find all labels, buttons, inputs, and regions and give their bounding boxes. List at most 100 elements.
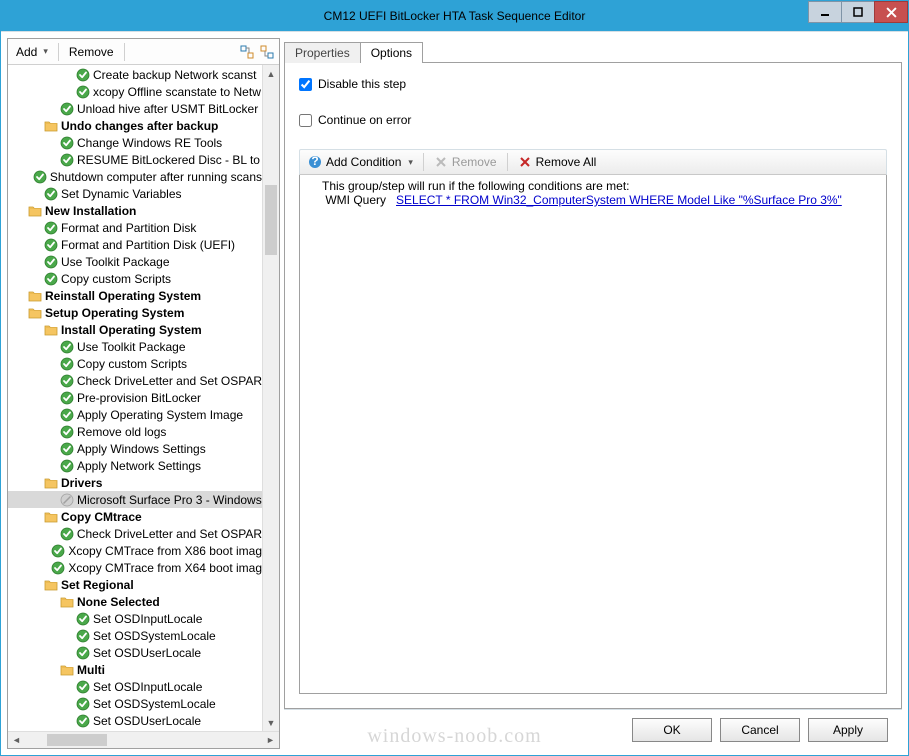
disable-step-row[interactable]: Disable this step: [299, 77, 887, 91]
separator: [58, 43, 59, 61]
cancel-button[interactable]: Cancel: [720, 718, 800, 742]
tree-node[interactable]: New Installation: [8, 202, 262, 219]
separator: [124, 43, 125, 61]
tree-node[interactable]: Drivers: [8, 474, 262, 491]
tree-node[interactable]: Check DriveLetter and Set OSPAR: [8, 372, 262, 389]
continue-on-error-row[interactable]: Continue on error: [299, 113, 887, 127]
tree-node-label: Xcopy CMTrace from X86 boot imag: [68, 544, 262, 558]
remove-condition-button[interactable]: Remove: [430, 153, 501, 171]
separator: [423, 153, 424, 171]
tree-node[interactable]: Set OSDSystemLocale: [8, 627, 262, 644]
tree-node-label: Create backup Network scanst: [93, 68, 256, 82]
content: Add Remove Create backup Network scanstx…: [1, 31, 908, 755]
tree-node[interactable]: Copy CMtrace: [8, 508, 262, 525]
hscroll-thumb[interactable]: [47, 734, 107, 746]
wmi-query-label: WMI Query: [325, 193, 386, 207]
wmi-query-link[interactable]: SELECT * FROM Win32_ComputerSystem WHERE…: [396, 193, 842, 207]
check-icon: [76, 697, 90, 711]
folder-icon: [44, 510, 58, 524]
continue-on-error-checkbox[interactable]: [299, 114, 312, 127]
tree-node[interactable]: RESUME BitLockered Disc - BL to: [8, 151, 262, 168]
conditions-toolbar: ? Add Condition Remove: [299, 149, 887, 175]
tree-node-label: Apply Operating System Image: [77, 408, 243, 422]
disable-step-checkbox[interactable]: [299, 78, 312, 91]
scroll-right-arrow[interactable]: ►: [262, 735, 279, 745]
tree-node[interactable]: xcopy Offline scanstate to Netw: [8, 83, 262, 100]
tree-node[interactable]: Set OSDInputLocale: [8, 678, 262, 695]
check-icon: [60, 153, 74, 167]
tree-node[interactable]: Copy custom Scripts: [8, 270, 262, 287]
continue-on-error-label: Continue on error: [318, 113, 411, 127]
toolbar-icon-1[interactable]: [239, 44, 255, 60]
tree-node[interactable]: Format and Partition Disk: [8, 219, 262, 236]
tree-node[interactable]: en-US: [8, 729, 262, 731]
tree-node[interactable]: Xcopy CMTrace from X86 boot imag: [8, 542, 262, 559]
scroll-left-arrow[interactable]: ◄: [8, 735, 25, 745]
close-button[interactable]: [874, 1, 908, 23]
tree-node[interactable]: Set OSDUserLocale: [8, 712, 262, 729]
add-button[interactable]: Add: [12, 43, 52, 61]
tree-node-label: en-US: [77, 731, 112, 732]
tree-node[interactable]: Create backup Network scanst: [8, 66, 262, 83]
tree-node-label: Microsoft Surface Pro 3 - Windows: [77, 493, 262, 507]
folder-icon: [28, 204, 42, 218]
tree-node-label: Check DriveLetter and Set OSPAR: [77, 374, 262, 388]
tree-node-label: Set Regional: [61, 578, 134, 592]
horizontal-scrollbar[interactable]: ◄ ►: [8, 731, 279, 748]
tree-node[interactable]: Apply Network Settings: [8, 457, 262, 474]
titlebar[interactable]: CM12 UEFI BitLocker HTA Task Sequence Ed…: [1, 1, 908, 31]
tree-node-label: New Installation: [45, 204, 136, 218]
scroll-up-arrow[interactable]: ▲: [263, 65, 279, 82]
tab-options[interactable]: Options: [360, 42, 423, 63]
tree-node[interactable]: Unload hive after USMT BitLocker: [8, 100, 262, 117]
conditions-box[interactable]: This group/step will run if the followin…: [299, 175, 887, 694]
remove-all-button[interactable]: Remove All: [514, 153, 601, 171]
ok-button[interactable]: OK: [632, 718, 712, 742]
apply-button[interactable]: Apply: [808, 718, 888, 742]
tree-node[interactable]: Check DriveLetter and Set OSPAR: [8, 525, 262, 542]
folder-icon: [28, 289, 42, 303]
check-icon: [60, 102, 74, 116]
check-icon: [60, 136, 74, 150]
tree-node[interactable]: Undo changes after backup: [8, 117, 262, 134]
tree-node[interactable]: Multi: [8, 661, 262, 678]
tree-node[interactable]: Apply Operating System Image: [8, 406, 262, 423]
tree-node[interactable]: Shutdown computer after running scans: [8, 168, 262, 185]
right-panel: Properties Options Disable this step Con…: [284, 38, 902, 749]
tree-node[interactable]: None Selected: [8, 593, 262, 610]
tree-node[interactable]: Set OSDUserLocale: [8, 644, 262, 661]
tree-node-label: Set OSDUserLocale: [93, 714, 201, 728]
tree-node[interactable]: Apply Windows Settings: [8, 440, 262, 457]
tree-node[interactable]: Use Toolkit Package: [8, 338, 262, 355]
minimize-button[interactable]: [808, 1, 842, 23]
tree-node[interactable]: Xcopy CMTrace from X64 boot imag: [8, 559, 262, 576]
tree-node[interactable]: Setup Operating System: [8, 304, 262, 321]
tree[interactable]: Create backup Network scanstxcopy Offlin…: [8, 65, 262, 731]
wmi-query-row[interactable]: WMI Query SELECT * FROM Win32_ComputerSy…: [306, 193, 880, 207]
tree-node[interactable]: Use Toolkit Package: [8, 253, 262, 270]
remove-button[interactable]: Remove: [65, 43, 118, 61]
tree-node[interactable]: Change Windows RE Tools: [8, 134, 262, 151]
tree-node[interactable]: Set OSDSystemLocale: [8, 695, 262, 712]
folder-icon: [44, 476, 58, 490]
add-condition-button[interactable]: ? Add Condition: [304, 153, 417, 171]
scroll-down-arrow[interactable]: ▼: [263, 714, 279, 731]
tree-node[interactable]: Install Operating System: [8, 321, 262, 338]
tree-node[interactable]: Set Regional: [8, 576, 262, 593]
tree-node[interactable]: Reinstall Operating System: [8, 287, 262, 304]
scroll-thumb[interactable]: [265, 185, 277, 255]
vertical-scrollbar[interactable]: ▲ ▼: [262, 65, 279, 731]
maximize-button[interactable]: [841, 1, 875, 23]
tree-node[interactable]: Microsoft Surface Pro 3 - Windows: [8, 491, 262, 508]
tree-node[interactable]: Pre-provision BitLocker: [8, 389, 262, 406]
tree-node-label: Multi: [77, 663, 105, 677]
tree-node[interactable]: Remove old logs: [8, 423, 262, 440]
check-icon: [60, 442, 74, 456]
tree-node[interactable]: Copy custom Scripts: [8, 355, 262, 372]
tree-node[interactable]: Format and Partition Disk (UEFI): [8, 236, 262, 253]
tree-node[interactable]: Set OSDInputLocale: [8, 610, 262, 627]
folder-icon: [60, 731, 74, 732]
toolbar-icon-2[interactable]: [259, 44, 275, 60]
tab-properties[interactable]: Properties: [284, 42, 361, 63]
tree-node[interactable]: Set Dynamic Variables: [8, 185, 262, 202]
